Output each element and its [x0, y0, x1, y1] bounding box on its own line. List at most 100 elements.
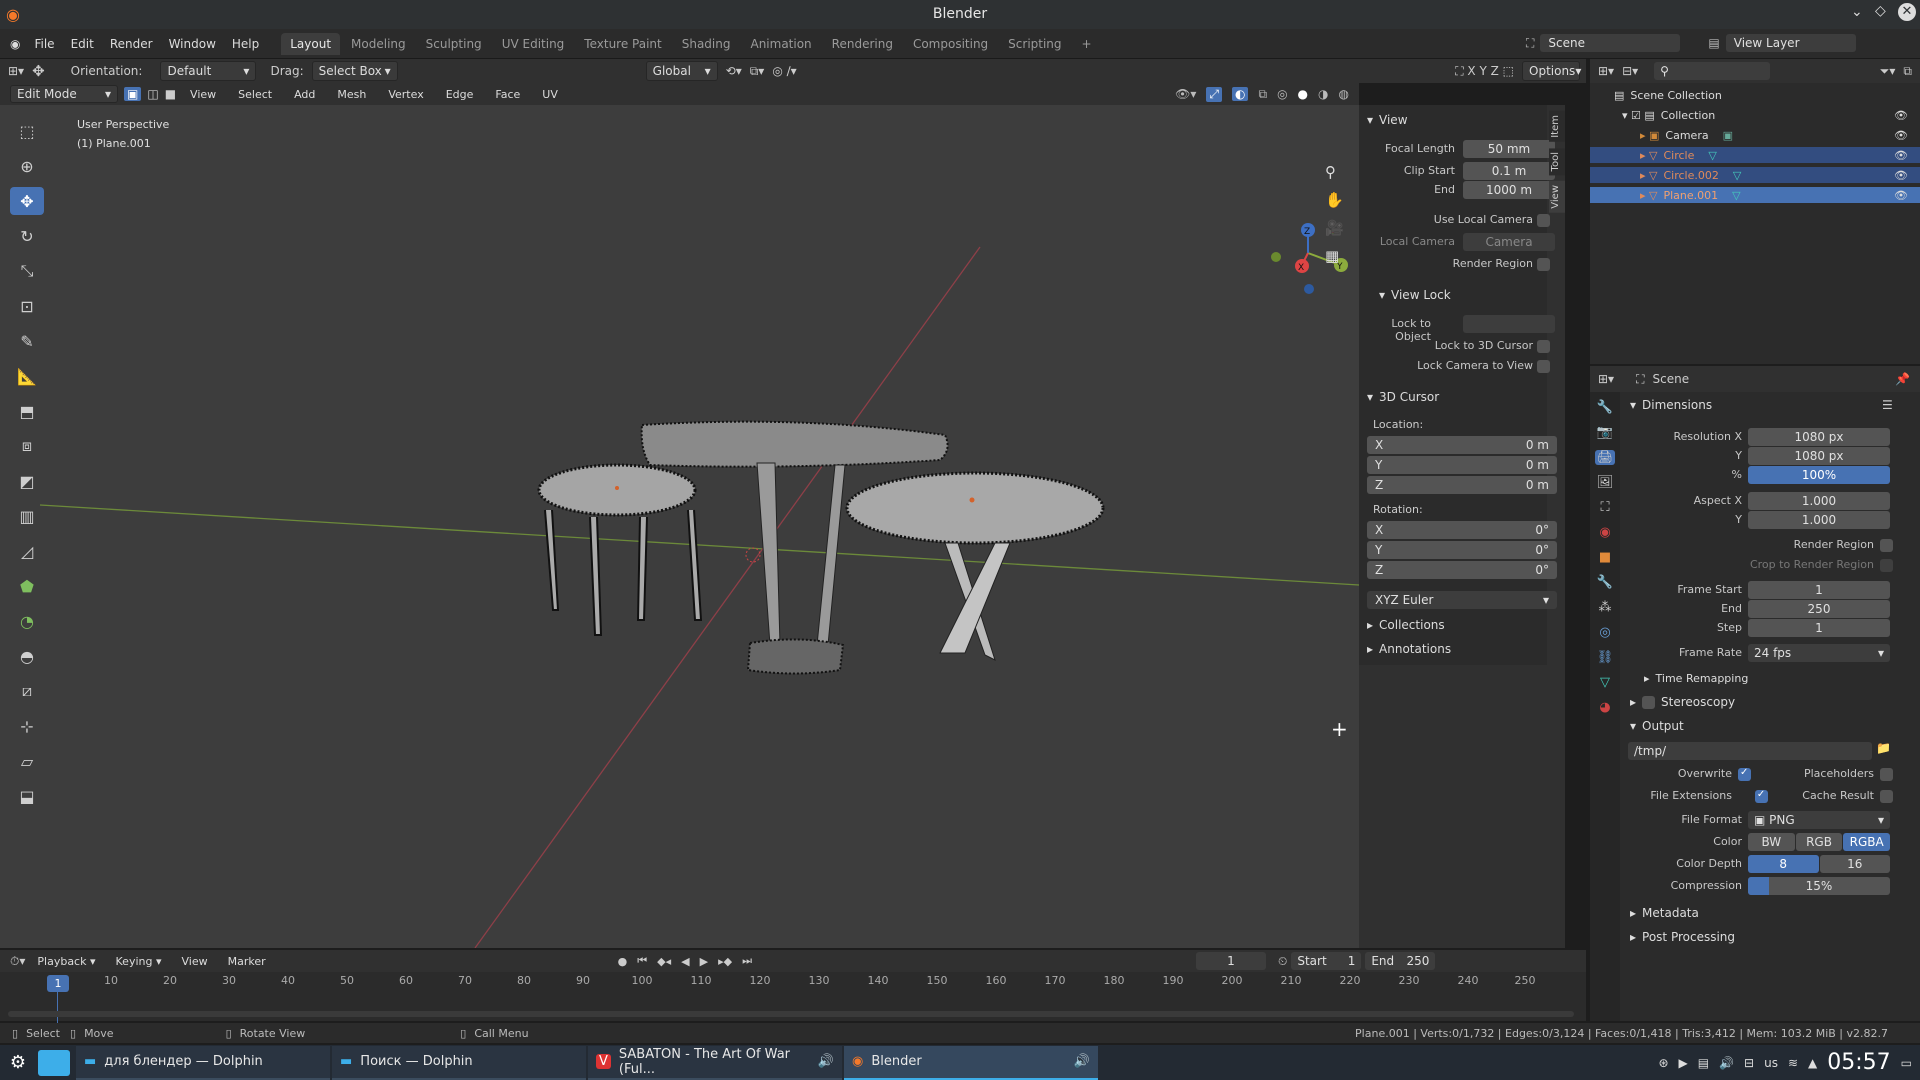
outliner-editor-icon[interactable]: ⊞▾: [1598, 64, 1614, 78]
stereoscopy-header[interactable]: ▸ Stereoscopy: [1630, 695, 1735, 709]
shading-rendered-icon[interactable]: ◍: [1339, 87, 1349, 101]
crop-region-checkbox[interactable]: [1880, 559, 1893, 572]
transform-tool-icon[interactable]: ⊡: [10, 292, 44, 320]
options-dropdown[interactable]: Options ▾: [1522, 61, 1581, 81]
world-props-icon[interactable]: ◉: [1599, 525, 1610, 540]
res-pct-field[interactable]: 100%: [1748, 466, 1890, 484]
timeline-keying[interactable]: Keying ▾: [108, 955, 170, 968]
menu-render[interactable]: Render: [102, 37, 161, 51]
cursor-loc-z[interactable]: Z0 m: [1367, 476, 1557, 494]
wifi-tray-icon[interactable]: ≋: [1788, 1056, 1798, 1070]
volume-tray-icon[interactable]: 🔊: [1719, 1056, 1734, 1070]
add-workspace-icon[interactable]: +: [1073, 33, 1101, 55]
timeline-ruler[interactable]: 1 10 20 30 40 50 60 70 80 90 100 110 120…: [0, 974, 1586, 1028]
frame-step-field[interactable]: 1: [1748, 619, 1890, 637]
filter-icon[interactable]: ⏷▾: [1880, 64, 1896, 79]
outliner-collection[interactable]: ▾ ☑ ▤ Collection 👁: [1590, 107, 1920, 123]
annotate-tool-icon[interactable]: ✎: [10, 327, 44, 355]
axis-xyz-icon[interactable]: ⛶ X Y Z ⬚: [1455, 64, 1514, 79]
tab-animation[interactable]: Animation: [741, 33, 820, 55]
smooth-tool-icon[interactable]: ◓: [10, 642, 44, 670]
select-mode-vertex-icon[interactable]: ▣: [124, 87, 142, 101]
res-x-field[interactable]: 1080 px: [1748, 428, 1890, 446]
color-rgba-button[interactable]: RGBA: [1843, 833, 1891, 851]
header-menu-view[interactable]: View: [182, 88, 224, 101]
outliner-item-circle[interactable]: ▸ ▽ Circle ▽ 👁: [1590, 147, 1920, 163]
tab-item[interactable]: Item: [1549, 111, 1565, 142]
annotations-panel-header[interactable]: ▸ Annotations: [1367, 642, 1451, 656]
poly-build-tool-icon[interactable]: ⬟: [10, 572, 44, 600]
visibility-icon[interactable]: 👁▾: [1175, 87, 1196, 101]
minimize-icon[interactable]: ⌄: [1851, 4, 1863, 20]
cursor-panel-header[interactable]: ▾ 3D Cursor: [1367, 390, 1439, 404]
play-reverse-icon[interactable]: ◀: [681, 955, 689, 968]
color-bw-button[interactable]: BW: [1748, 833, 1795, 851]
object-props-icon[interactable]: ■: [1599, 550, 1611, 565]
outliner-search[interactable]: ⚲: [1654, 62, 1771, 80]
cursor-rot-x[interactable]: X 0°: [1367, 521, 1557, 539]
aspect-x-field[interactable]: 1.000: [1748, 492, 1890, 510]
start-frame-field[interactable]: Start 1: [1291, 952, 1362, 970]
play-icon[interactable]: ▶: [700, 955, 708, 968]
steam-tray-icon[interactable]: ⊛: [1658, 1056, 1668, 1070]
perspective-grid-icon[interactable]: ▦: [1325, 247, 1344, 265]
eye-icon[interactable]: 👁: [1894, 169, 1908, 182]
scene-props-tab-icon[interactable]: ⛶: [1600, 500, 1609, 515]
render-region-prop-checkbox[interactable]: [1880, 539, 1893, 552]
placeholders-checkbox[interactable]: [1880, 768, 1893, 781]
transform-orientation-dropdown[interactable]: Global ▾: [645, 61, 718, 81]
properties-editor-icon[interactable]: ⊞▾: [1598, 372, 1614, 386]
res-y-field[interactable]: 1080 px: [1748, 447, 1890, 465]
tab-texture-paint[interactable]: Texture Paint: [575, 33, 670, 55]
view-lock-header[interactable]: ▾ View Lock: [1379, 288, 1451, 302]
app-launcher-icon[interactable]: ⚙: [0, 1052, 36, 1073]
rip-region-tool-icon[interactable]: ⬓: [10, 782, 44, 810]
camera-view-icon[interactable]: 🎥: [1325, 219, 1344, 237]
task-dolphin-1[interactable]: ▬ для блендер — Dolphin: [76, 1045, 330, 1080]
shear-tool-icon[interactable]: ▱: [10, 747, 44, 775]
tab-modeling[interactable]: Modeling: [342, 33, 415, 55]
tab-view[interactable]: View: [1549, 181, 1565, 213]
select-mode-face-icon[interactable]: ■: [165, 87, 176, 101]
keyboard-layout[interactable]: us: [1764, 1056, 1778, 1070]
shading-solid-icon[interactable]: ●: [1298, 87, 1308, 101]
lock-camera-checkbox[interactable]: [1537, 360, 1550, 373]
frame-start-field[interactable]: 1: [1748, 581, 1890, 599]
local-camera-field[interactable]: Camera: [1463, 233, 1555, 251]
render-region-checkbox[interactable]: [1537, 258, 1550, 271]
folder-icon[interactable]: 📁: [1876, 741, 1891, 755]
header-menu-mesh[interactable]: Mesh: [329, 88, 374, 101]
speaker-icon[interactable]: 🔊: [1074, 1054, 1090, 1069]
file-format-dropdown[interactable]: ▣ PNG ▾: [1748, 811, 1890, 829]
xray-icon[interactable]: ⧉: [1258, 87, 1267, 102]
lock-object-field[interactable]: [1463, 315, 1555, 333]
inset-tool-icon[interactable]: ⧈: [10, 432, 44, 460]
clip-end-field[interactable]: 1000 m: [1463, 181, 1555, 199]
editor-type-icon[interactable]: ⊞▾: [8, 64, 24, 78]
clip-start-field[interactable]: 0.1 m: [1463, 162, 1555, 180]
header-menu-face[interactable]: Face: [487, 88, 528, 101]
snap-icon[interactable]: ⧉▾: [750, 64, 765, 79]
data-props-icon[interactable]: ▽: [1600, 675, 1610, 690]
blender-menu-icon[interactable]: ◉: [10, 37, 20, 51]
cursor-loc-y[interactable]: Y0 m: [1367, 456, 1557, 474]
tab-tool[interactable]: Tool: [1549, 147, 1565, 176]
extrude-tool-icon[interactable]: ⬒: [10, 397, 44, 425]
depth-16-button[interactable]: 16: [1819, 855, 1890, 873]
render-props-icon[interactable]: 📷: [1597, 425, 1613, 440]
eye-icon[interactable]: 👁: [1894, 189, 1908, 202]
spin-tool-icon[interactable]: ◔: [10, 607, 44, 635]
frame-end-field[interactable]: 250: [1748, 600, 1890, 618]
knife-tool-icon[interactable]: ◿: [10, 537, 44, 565]
task-dolphin-2[interactable]: ▬ Поиск — Dolphin: [332, 1045, 586, 1080]
tool-props-icon[interactable]: 🔧: [1597, 400, 1613, 415]
clock-icon[interactable]: ⏲: [1278, 954, 1287, 969]
timeline-view[interactable]: View: [174, 955, 216, 968]
tab-sculpting[interactable]: Sculpting: [417, 33, 491, 55]
material-props-icon[interactable]: ◕: [1599, 700, 1610, 715]
aspect-y-field[interactable]: 1.000: [1748, 511, 1890, 529]
jump-end-icon[interactable]: ⏭: [742, 954, 752, 968]
zoom-icon[interactable]: ⚲: [1325, 163, 1344, 181]
playhead[interactable]: 1: [47, 975, 69, 992]
view-panel-header[interactable]: ▾ View: [1367, 113, 1408, 127]
